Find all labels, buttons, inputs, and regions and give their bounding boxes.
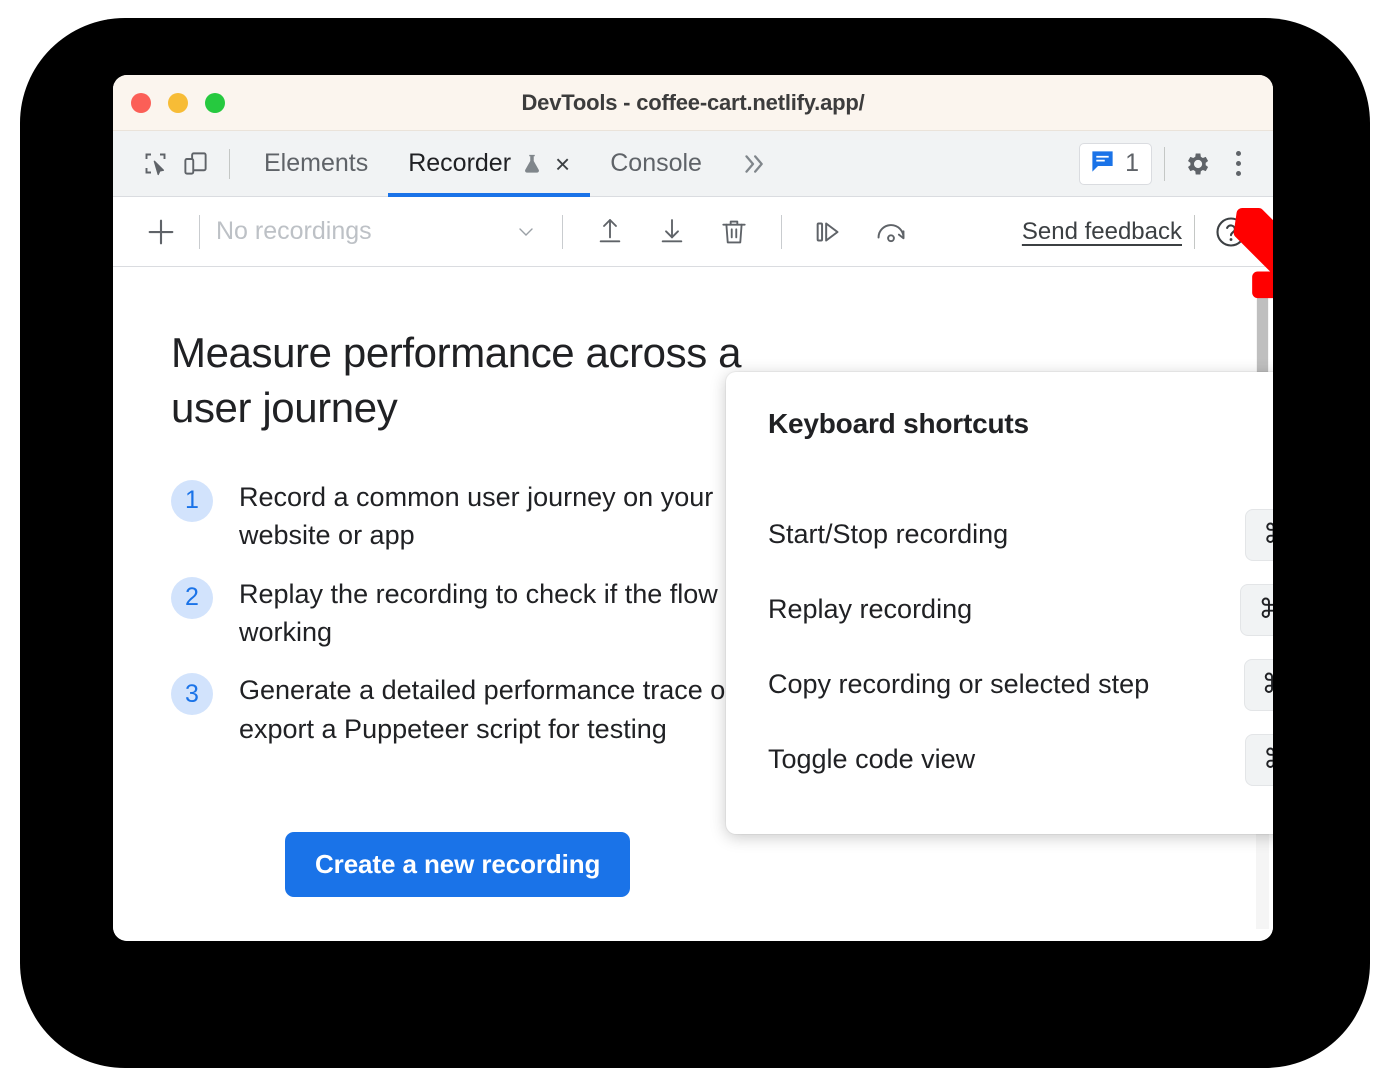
- tab-recorder-label: Recorder: [408, 149, 511, 178]
- gear-icon[interactable]: [1177, 144, 1217, 184]
- popup-header: Keyboard shortcuts ×: [768, 408, 1273, 440]
- shortcut-label: Replay recording: [768, 594, 972, 625]
- tabbar-divider: [229, 149, 230, 179]
- devtools-window: DevTools - coffee-cart.netlify.app/ Elem…: [113, 75, 1273, 941]
- flask-icon: [521, 152, 543, 176]
- tabbar-right-divider: [1164, 147, 1165, 181]
- close-icon[interactable]: ×: [555, 151, 570, 177]
- minimize-window-button[interactable]: [168, 93, 188, 113]
- issues-message-icon: [1089, 148, 1116, 180]
- list-item: 1 Record a common user journey on your w…: [171, 478, 811, 555]
- tabbar-right-controls: 1: [1079, 143, 1259, 185]
- step-number-badge: 1: [171, 480, 213, 522]
- issues-badge[interactable]: 1: [1079, 143, 1152, 185]
- shortcut-modifier: ⌘: [1263, 519, 1273, 550]
- shortcut-row: Replay recording ⌘ ↵: [768, 572, 1273, 647]
- popup-title: Keyboard shortcuts: [768, 408, 1029, 440]
- tab-console[interactable]: Console: [590, 131, 722, 197]
- toolbar-divider-3: [781, 215, 782, 249]
- list-item: 3 Generate a detailed performance trace …: [171, 671, 811, 748]
- onboarding-steps-list: 1 Record a common user journey on your w…: [171, 478, 811, 748]
- list-item: 2 Replay the recording to check if the f…: [171, 575, 811, 652]
- device-toolbar-icon[interactable]: [175, 144, 215, 184]
- shortcut-keys: ⌘ ↵: [1240, 584, 1273, 636]
- window-titlebar: DevTools - coffee-cart.netlify.app/: [113, 75, 1273, 131]
- toolbar-divider-4: [1194, 215, 1195, 249]
- chevron-right-more-tabs-icon[interactable]: [722, 151, 784, 177]
- page-title: Measure performance across a user journe…: [171, 325, 791, 436]
- shortcut-label: Start/Stop recording: [768, 519, 1008, 550]
- export-upload-icon[interactable]: [584, 208, 636, 256]
- toolbar-divider-1: [199, 215, 200, 249]
- tab-elements[interactable]: Elements: [244, 131, 388, 197]
- plus-icon[interactable]: [139, 210, 183, 254]
- trash-icon[interactable]: [708, 208, 760, 256]
- recorder-toolbar-right: Send feedback: [1022, 208, 1255, 256]
- recordings-select[interactable]: No recordings: [216, 217, 546, 246]
- shortcut-label: Toggle code view: [768, 744, 975, 775]
- recordings-select-value: No recordings: [216, 217, 372, 246]
- inspect-element-icon[interactable]: [135, 144, 175, 184]
- window-title: DevTools - coffee-cart.netlify.app/: [113, 90, 1273, 116]
- screenshot-stage: DevTools - coffee-cart.netlify.app/ Elem…: [0, 0, 1390, 1086]
- window-traffic-lights: [131, 93, 225, 113]
- shortcut-keys: ⌘ B: [1245, 734, 1273, 786]
- keyboard-shortcuts-popup: Keyboard shortcuts × Start/Stop recordin…: [726, 372, 1273, 834]
- shortcut-modifier: ⌘: [1263, 744, 1273, 775]
- tab-elements-label: Elements: [264, 149, 368, 178]
- import-download-icon[interactable]: [646, 208, 698, 256]
- shortcut-modifier: ⌘: [1258, 594, 1273, 625]
- send-feedback-link[interactable]: Send feedback: [1022, 218, 1182, 246]
- devtools-tabbar: Elements Recorder × Console: [113, 131, 1273, 197]
- zoom-window-button[interactable]: [205, 93, 225, 113]
- recorder-toolbar: No recordings: [113, 197, 1273, 267]
- replay-speed-icon[interactable]: [865, 208, 917, 256]
- step-number-badge: 2: [171, 577, 213, 619]
- toolbar-divider-2: [562, 215, 563, 249]
- chevron-down-icon: [514, 220, 538, 244]
- tab-console-label: Console: [610, 149, 702, 178]
- shortcut-modifier: ⌘: [1262, 669, 1274, 700]
- step-replay-icon[interactable]: [803, 208, 855, 256]
- kebab-menu-icon[interactable]: [1217, 143, 1259, 185]
- issues-count: 1: [1125, 149, 1139, 178]
- shortcut-keys: ⌘ E: [1245, 509, 1273, 561]
- shortcut-keys: ⌘ C: [1244, 659, 1274, 711]
- create-new-recording-button[interactable]: Create a new recording: [285, 832, 630, 897]
- shortcut-label: Copy recording or selected step: [768, 669, 1149, 700]
- shortcut-row: Start/Stop recording ⌘ E: [768, 497, 1273, 572]
- shortcut-row: Copy recording or selected step ⌘ C: [768, 647, 1273, 722]
- shortcuts-list: Start/Stop recording ⌘ E Replay recordin…: [768, 497, 1273, 797]
- shortcut-row: Toggle code view ⌘ B: [768, 722, 1273, 797]
- close-window-button[interactable]: [131, 93, 151, 113]
- help-question-icon[interactable]: [1207, 208, 1255, 256]
- tab-recorder[interactable]: Recorder ×: [388, 131, 590, 197]
- step-number-badge: 3: [171, 673, 213, 715]
